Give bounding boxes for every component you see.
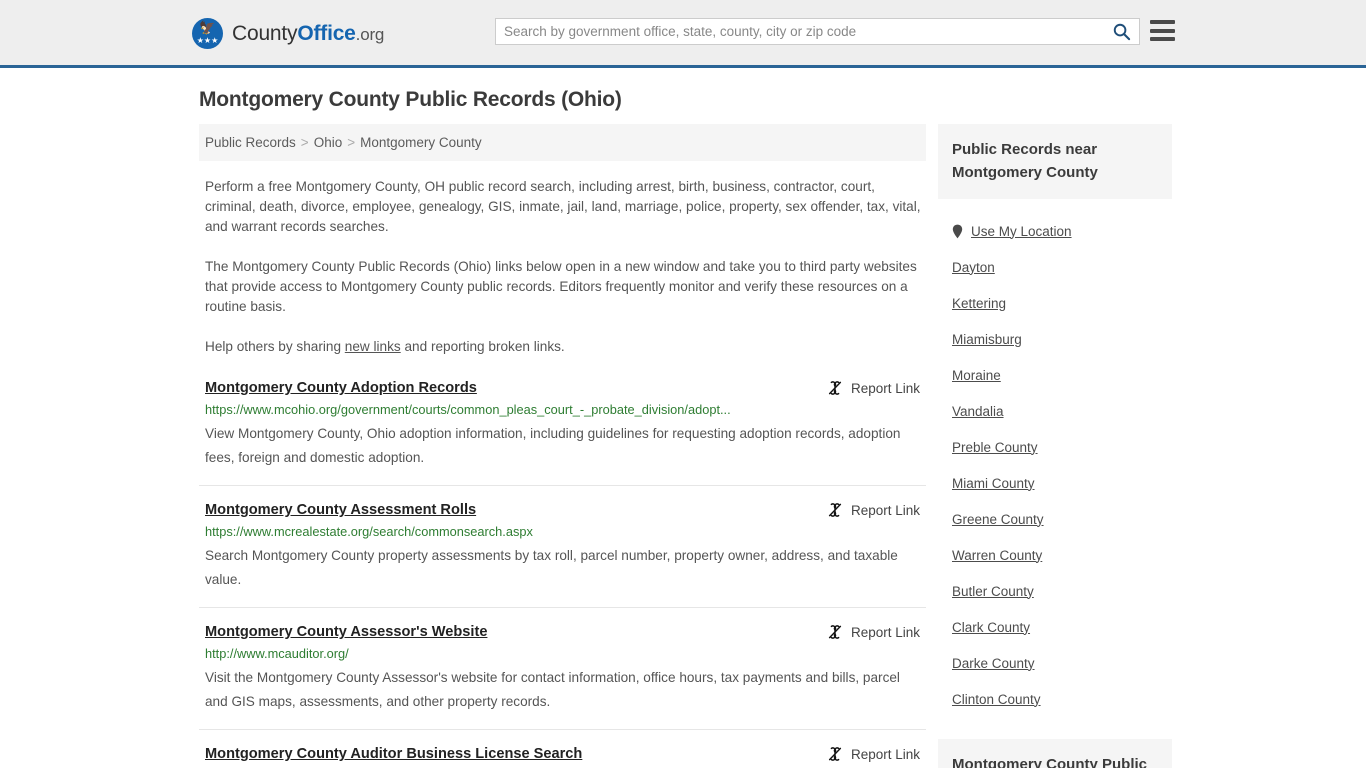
sidebar-item-kettering[interactable]: Kettering	[952, 285, 1172, 321]
report-link-label: Report Link	[850, 746, 920, 762]
sidebar-heading-county-records: Montgomery County Public Records	[938, 739, 1172, 768]
report-link-label: Report Link	[850, 502, 920, 518]
result-item: Montgomery County Assessor's Website Rep…	[199, 623, 926, 730]
sidebar-nearby-list: Use My Location Dayton Kettering Miamisb…	[938, 213, 1172, 717]
sidebar: Public Records near Montgomery County Us…	[938, 124, 1172, 768]
breadcrumb-separator-2: >	[347, 135, 356, 150]
result-url: http://www.mcauditor.org/	[205, 646, 349, 661]
breadcrumb: Public Records > Ohio > Montgomery Count…	[199, 124, 926, 161]
nearby-link[interactable]: Moraine	[952, 368, 1001, 383]
nearby-link[interactable]: Miami County	[952, 476, 1035, 491]
sidebar-item-clinton-county[interactable]: Clinton County	[952, 681, 1172, 717]
brand-part-county: County	[232, 21, 298, 45]
nearby-link[interactable]: Kettering	[952, 296, 1006, 311]
result-header: Montgomery County Assessor's Website Rep…	[205, 623, 922, 641]
report-link-button[interactable]: Report Link	[827, 624, 920, 640]
breadcrumb-item-public-records[interactable]: Public Records	[205, 135, 296, 150]
search-bar	[495, 18, 1140, 45]
hamburger-bar-3	[1150, 37, 1175, 41]
sidebar-item-greene-county[interactable]: Greene County	[952, 501, 1172, 537]
eagle-seal-icon: 🦅 ★★★	[192, 18, 223, 49]
sidebar-item-butler-county[interactable]: Butler County	[952, 573, 1172, 609]
search-input[interactable]	[496, 19, 1103, 44]
result-item: Montgomery County Adoption Records Repor…	[199, 379, 926, 486]
result-title-link[interactable]: Montgomery County Assessor's Website	[205, 623, 487, 641]
result-description: View Montgomery County, Ohio adoption in…	[205, 426, 901, 465]
nearby-link[interactable]: Clinton County	[952, 692, 1041, 707]
result-item: Montgomery County Auditor Business Licen…	[199, 745, 926, 768]
report-link-button[interactable]: Report Link	[827, 380, 920, 396]
hamburger-menu-icon[interactable]	[1150, 20, 1175, 41]
result-title-link[interactable]: Montgomery County Auditor Business Licen…	[205, 745, 582, 763]
site-logo[interactable]: 🦅 ★★★ CountyOffice.org	[192, 18, 384, 49]
search-button[interactable]	[1103, 19, 1139, 44]
result-header: Montgomery County Assessment Rolls Repor…	[205, 501, 922, 519]
broken-link-icon	[828, 747, 842, 761]
sidebar-item-darke-county[interactable]: Darke County	[952, 645, 1172, 681]
nearby-link[interactable]: Clark County	[952, 620, 1030, 635]
nearby-link[interactable]: Miamisburg	[952, 332, 1022, 347]
use-my-location-link[interactable]: Use My Location	[971, 224, 1072, 239]
sidebar-item-use-my-location[interactable]: Use My Location	[952, 213, 1172, 249]
brand-part-office: Office	[297, 21, 356, 45]
report-link-label: Report Link	[850, 624, 920, 640]
map-pin-icon	[952, 224, 963, 238]
sidebar-item-warren-county[interactable]: Warren County	[952, 537, 1172, 573]
sidebar-item-moraine[interactable]: Moraine	[952, 357, 1172, 393]
result-url: https://www.mcohio.org/government/courts…	[205, 402, 731, 417]
sidebar-item-vandalia[interactable]: Vandalia	[952, 393, 1172, 429]
sidebar-item-preble-county[interactable]: Preble County	[952, 429, 1172, 465]
main-column: Public Records > Ohio > Montgomery Count…	[199, 124, 926, 768]
broken-link-icon	[828, 381, 842, 395]
sidebar-item-clark-county[interactable]: Clark County	[952, 609, 1172, 645]
broken-link-icon	[828, 625, 842, 639]
hamburger-bar-2	[1150, 28, 1175, 33]
result-url: https://www.mcrealestate.org/search/comm…	[205, 524, 533, 539]
nearby-link[interactable]: Preble County	[952, 440, 1038, 455]
report-link-label: Report Link	[850, 380, 920, 396]
report-link-button[interactable]: Report Link	[827, 746, 920, 762]
sidebar-heading-near: Public Records near Montgomery County	[938, 124, 1172, 199]
nearby-link[interactable]: Darke County	[952, 656, 1035, 671]
site-header: 🦅 ★★★ CountyOffice.org	[0, 0, 1366, 68]
broken-link-icon	[828, 503, 842, 517]
intro-help-line: Help others by sharing new links and rep…	[205, 337, 922, 357]
result-description: Search Montgomery County property assess…	[205, 548, 898, 587]
nearby-link[interactable]: Dayton	[952, 260, 995, 275]
help-suffix: and reporting broken links.	[400, 339, 565, 354]
result-header: Montgomery County Adoption Records Repor…	[205, 379, 922, 397]
intro-paragraph-2: The Montgomery County Public Records (Oh…	[205, 259, 917, 314]
result-description: Visit the Montgomery County Assessor's w…	[205, 670, 900, 709]
nearby-link[interactable]: Butler County	[952, 584, 1034, 599]
page-title: Montgomery County Public Records (Ohio)	[199, 88, 622, 111]
breadcrumb-item-current: Montgomery County	[360, 135, 482, 150]
breadcrumb-item-ohio[interactable]: Ohio	[314, 135, 343, 150]
brand-wordmark: CountyOffice.org	[232, 22, 384, 46]
result-item: Montgomery County Assessment Rolls Repor…	[199, 501, 926, 608]
intro-paragraph-1: Perform a free Montgomery County, OH pub…	[205, 179, 921, 234]
nearby-link[interactable]: Warren County	[952, 548, 1042, 563]
new-links-link[interactable]: new links	[345, 339, 401, 354]
search-icon	[1113, 23, 1130, 41]
result-title-link[interactable]: Montgomery County Adoption Records	[205, 379, 477, 397]
result-title-link[interactable]: Montgomery County Assessment Rolls	[205, 501, 476, 519]
intro-section: Perform a free Montgomery County, OH pub…	[199, 177, 926, 357]
nearby-link[interactable]: Vandalia	[952, 404, 1004, 419]
help-prefix: Help others by sharing	[205, 339, 345, 354]
results-list: Montgomery County Adoption Records Repor…	[199, 379, 926, 768]
breadcrumb-separator-1: >	[300, 135, 309, 150]
nearby-link[interactable]: Greene County	[952, 512, 1044, 527]
result-header: Montgomery County Auditor Business Licen…	[205, 745, 922, 763]
sidebar-item-miami-county[interactable]: Miami County	[952, 465, 1172, 501]
sidebar-item-miamisburg[interactable]: Miamisburg	[952, 321, 1172, 357]
report-link-button[interactable]: Report Link	[827, 502, 920, 518]
sidebar-item-dayton[interactable]: Dayton	[952, 249, 1172, 285]
hamburger-bar-1	[1150, 20, 1175, 24]
brand-part-org: .org	[355, 24, 385, 44]
